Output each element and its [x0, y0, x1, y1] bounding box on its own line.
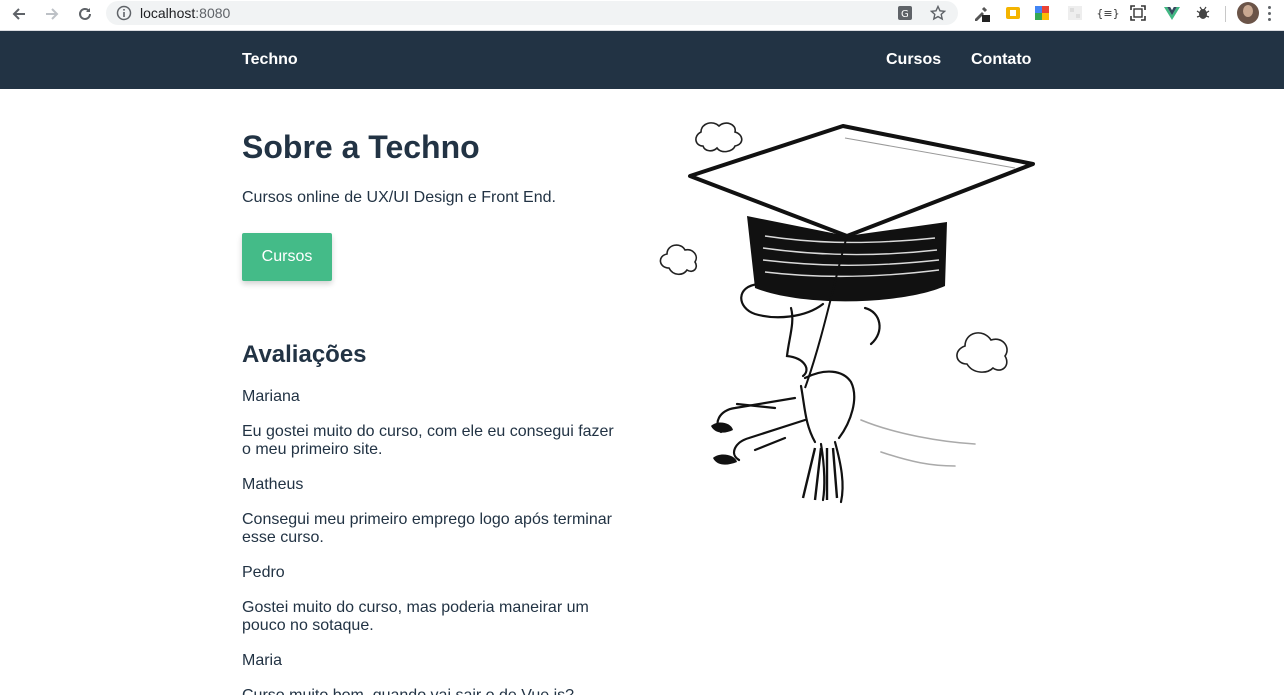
cloud-icon [695, 122, 743, 153]
cloud-icon [659, 244, 698, 276]
json-viewer-icon[interactable]: {≡} [1096, 4, 1119, 22]
review-item: Mariana Eu gostei muito do curso, com el… [242, 388, 622, 459]
review-item: Maria Curso muito bom, quando vai sair o… [242, 652, 622, 695]
arrow-left-icon[interactable] [8, 3, 30, 25]
screenshot-icon[interactable] [1129, 4, 1147, 22]
nav-contato[interactable]: Contato [971, 50, 1031, 70]
extension-orange-icon[interactable] [1004, 4, 1022, 22]
review-name: Matheus [242, 476, 304, 493]
eyedropper-icon[interactable] [972, 4, 990, 22]
review-item: Matheus Consegui meu primeiro emprego lo… [242, 476, 622, 547]
cursos-button[interactable]: Cursos [242, 233, 332, 281]
bug-icon[interactable] [1194, 4, 1212, 22]
cloud-icon [956, 332, 1008, 373]
arrow-right-icon[interactable] [41, 3, 63, 25]
review-text: Eu gostei muito do curso, com ele eu con… [242, 423, 614, 458]
extension-google-icon[interactable] [1033, 4, 1051, 22]
review-text: Curso muito bom, quando vai sair o de Vu… [242, 687, 622, 695]
extension-grid-icon[interactable] [1066, 4, 1084, 22]
svg-text:G: G [901, 9, 909, 20]
logo-link[interactable]: Techno [242, 50, 298, 70]
review-name: Mariana [242, 388, 300, 405]
info-icon[interactable] [116, 5, 132, 26]
url-port: :8080 [195, 5, 231, 21]
url-text: localhost:8080 [140, 5, 230, 21]
url-host: localhost [140, 5, 196, 21]
review-name: Maria [242, 652, 283, 669]
translate-icon[interactable]: G [896, 4, 914, 22]
review-item: Pedro Gostei muito do curso, mas poderia… [242, 564, 622, 635]
reviews-title: Avaliações [242, 341, 367, 368]
reload-icon[interactable] [74, 3, 96, 25]
menu-icon[interactable] [1262, 4, 1276, 22]
site-header: Techno Cursos Contato [0, 31, 1284, 89]
review-name: Pedro [242, 564, 285, 581]
browser-toolbar: localhost:8080 G {≡} [0, 0, 1284, 31]
address-bar[interactable]: localhost:8080 G [106, 1, 958, 25]
graduation-illustration [659, 122, 1035, 504]
star-icon[interactable] [929, 4, 947, 22]
nav-cursos[interactable]: Cursos [886, 50, 941, 70]
reviews-list: Mariana Eu gostei muito do curso, com el… [242, 388, 622, 695]
review-text: Consegui meu primeiro emprego logo após … [242, 511, 612, 546]
page-title: Sobre a Techno [242, 129, 480, 165]
review-text: Gostei muito do curso, mas poderia manei… [242, 599, 589, 634]
vue-devtools-icon[interactable] [1163, 4, 1181, 22]
page-subtitle: Cursos online de UX/UI Design e Front En… [242, 189, 556, 206]
toolbar-separator [1225, 6, 1226, 22]
avatar[interactable] [1237, 2, 1259, 24]
